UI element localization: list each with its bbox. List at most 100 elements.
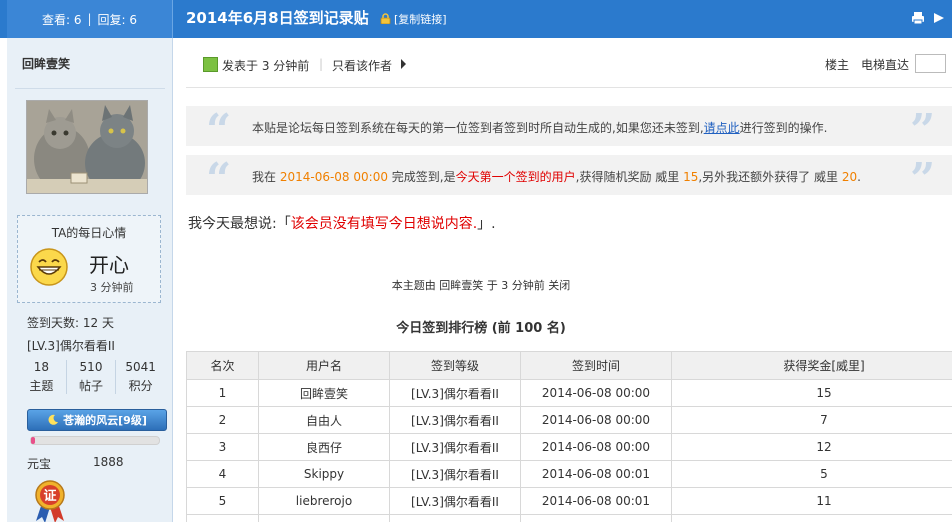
rank-badge[interactable]: 苍瀚的风云[9级] xyxy=(27,409,167,431)
stat-posts-label: 帖子 xyxy=(79,379,104,393)
next-page-icon[interactable] xyxy=(932,11,946,25)
table-row: 5 liebrerojo [LV.3]偶尔看看II 2014-06-08 00:… xyxy=(186,487,952,515)
thread-header-bar: 查看: 6 | 回复: 6 2014年6月8日签到记录贴 [复制链接] xyxy=(0,0,952,38)
stat-topics-label: 主题 xyxy=(29,379,54,393)
cell-reward: 5 xyxy=(671,460,952,488)
quote-open-icon: “ xyxy=(206,105,232,156)
record-reward2: 20 xyxy=(841,170,858,184)
stat-topics[interactable]: 18 主题 xyxy=(17,360,67,394)
today-wish-prefix: 我今天最想说:「 xyxy=(188,216,291,232)
cell-reward: 15 xyxy=(671,379,952,407)
cell-rank xyxy=(186,514,259,522)
system-notice-quote: “ 本贴是论坛每日签到系统在每天的第一位签到者签到时所自动生成的,如果您还未签到… xyxy=(186,106,952,153)
ingot-label: 元宝 xyxy=(27,457,52,471)
table-row xyxy=(186,514,952,522)
cell-level: [LV.3]偶尔看看II xyxy=(389,379,521,407)
avatar-cats-image xyxy=(27,101,147,193)
table-row: 3 良西仔 [LV.3]偶尔看看II 2014-06-08 00:00 12 xyxy=(186,433,952,461)
author-stats: 18 主题 510 帖子 5041 积分 xyxy=(17,360,165,394)
record-date: 2014-06-08 00:00 xyxy=(279,170,388,184)
rank-progress-fill xyxy=(31,437,35,444)
cell-username[interactable]: Skippy xyxy=(258,460,390,488)
sign-in-record-text: 我在 2014-06-08 00:00 完成签到,是今天第一个签到的用户,获得随… xyxy=(252,168,861,185)
cell-level: [LV.3]偶尔看看II xyxy=(389,487,521,515)
rank-badge-label: 苍瀚的风云[9级] xyxy=(63,414,147,427)
record-prefix: 我在 xyxy=(252,170,280,184)
thread-title[interactable]: 2014年6月8日签到记录贴 xyxy=(186,7,369,28)
cell-username[interactable]: 自由人 xyxy=(258,406,390,434)
medal-label: 证 xyxy=(43,489,56,504)
col-level: 签到等级 xyxy=(389,351,521,380)
cell-time: 2014-06-08 00:00 xyxy=(520,433,672,461)
cell-level: [LV.3]偶尔看看II xyxy=(389,406,521,434)
sign-in-level: [LV.3]偶尔看看II xyxy=(27,339,115,353)
cell-level: [LV.3]偶尔看看II xyxy=(389,433,521,461)
closed-note: 本主题由 回眸壹笑 于 3 分钟前 关闭 xyxy=(391,279,571,292)
rank-progress-bar xyxy=(30,436,160,445)
avatar[interactable] xyxy=(26,100,148,194)
cell-username[interactable]: liebrerojo xyxy=(258,487,390,515)
table-row: 1 回眸壹笑 [LV.3]偶尔看看II 2014-06-08 00:00 15 xyxy=(186,379,952,407)
cell-username[interactable]: 回眸壹笑 xyxy=(258,379,390,407)
sign-in-days: 签到天数: 12 天 xyxy=(27,316,114,330)
lock-icon xyxy=(380,13,391,24)
cell-time: 2014-06-08 00:00 xyxy=(520,406,672,434)
cell-username[interactable]: 良西仔 xyxy=(258,433,390,461)
views-count: 查看: 6 xyxy=(41,12,82,27)
mood-label: 开心 xyxy=(89,253,129,277)
stat-topics-value: 18 xyxy=(33,360,49,374)
cell-reward xyxy=(671,514,952,522)
stat-points-label: 积分 xyxy=(128,379,153,393)
ingot-value: 1888 xyxy=(93,455,124,469)
cell-reward: 7 xyxy=(671,406,952,434)
copy-link-button[interactable]: [复制链接] xyxy=(394,11,447,27)
table-row: 2 自由人 [LV.3]偶尔看看II 2014-06-08 00:00 7 xyxy=(186,406,952,434)
cell-rank: 2 xyxy=(186,406,259,434)
notice-text-after: 进行签到的操作. xyxy=(739,121,828,135)
author-username[interactable]: 回眸壹笑 xyxy=(22,55,70,72)
print-icon[interactable] xyxy=(911,11,925,25)
cell-rank: 4 xyxy=(186,460,259,488)
ranking-table: 名次 用户名 签到等级 签到时间 获得奖金[威里] 1 回眸壹笑 [LV.3]偶… xyxy=(186,351,952,522)
elevator-input[interactable] xyxy=(915,54,946,73)
stat-points[interactable]: 5041 积分 xyxy=(116,360,165,394)
ranking-title: 今日签到排行榜 (前 100 名) xyxy=(396,321,566,336)
stat-posts-value: 510 xyxy=(79,360,103,374)
floor-label: 楼主 xyxy=(825,58,850,72)
stat-points-value: 5041 xyxy=(125,360,156,374)
cell-time: 2014-06-08 00:01 xyxy=(520,460,672,488)
table-row: 4 Skippy [LV.3]偶尔看看II 2014-06-08 00:01 5 xyxy=(186,460,952,488)
cell-rank: 3 xyxy=(186,433,259,461)
stat-posts[interactable]: 510 帖子 xyxy=(67,360,117,394)
col-time: 签到时间 xyxy=(520,351,672,380)
mood-time: 3 分钟前 xyxy=(90,281,134,294)
ranking-header-row: 名次 用户名 签到等级 签到时间 获得奖金[威里] xyxy=(186,351,952,380)
col-reward: 获得奖金[威里] xyxy=(671,351,952,380)
record-reward1: 15 xyxy=(683,170,699,184)
cell-time: 2014-06-08 00:01 xyxy=(520,487,672,515)
quote-open-icon: “ xyxy=(206,154,232,205)
author-sidebar: 回眸壹笑 TA的每日心情 开心 3 分钟前 签到天数: 12 天 [LV.3]偶… xyxy=(7,38,173,522)
cell-reward: 12 xyxy=(671,433,952,461)
col-username: 用户名 xyxy=(258,351,390,380)
record-mid3: ,另外我还额外获得了 威里 xyxy=(698,170,842,184)
meta-separator: | xyxy=(319,57,324,71)
medal-icon[interactable]: 证 xyxy=(32,479,68,522)
cell-time: 2014-06-08 00:00 xyxy=(520,379,672,407)
mood-title: TA的每日心情 xyxy=(51,226,127,240)
quote-close-icon: ” xyxy=(910,105,936,156)
cell-level: [LV.3]偶尔看看II xyxy=(389,460,521,488)
sign-in-record-quote: “ 我在 2014-06-08 00:00 完成签到,是今天第一个签到的用户,获… xyxy=(186,155,952,202)
post-time: 发表于 3 分钟前 xyxy=(222,59,310,73)
sign-in-link[interactable]: 请点此 xyxy=(704,121,740,135)
sidebar-divider xyxy=(15,88,165,89)
moon-icon xyxy=(48,414,59,425)
today-wish-text: 该会员没有填写今日想说内容. xyxy=(290,216,478,232)
replies-count: 回复: 6 xyxy=(97,12,138,27)
col-rank: 名次 xyxy=(186,351,259,380)
mood-panel: TA的每日心情 开心 3 分钟前 xyxy=(17,215,161,303)
only-author-link[interactable]: 只看该作者 xyxy=(332,57,392,74)
cell-username[interactable] xyxy=(258,514,390,522)
elevator-label: 电梯直达 xyxy=(861,58,910,72)
stats-separator: | xyxy=(87,12,92,26)
